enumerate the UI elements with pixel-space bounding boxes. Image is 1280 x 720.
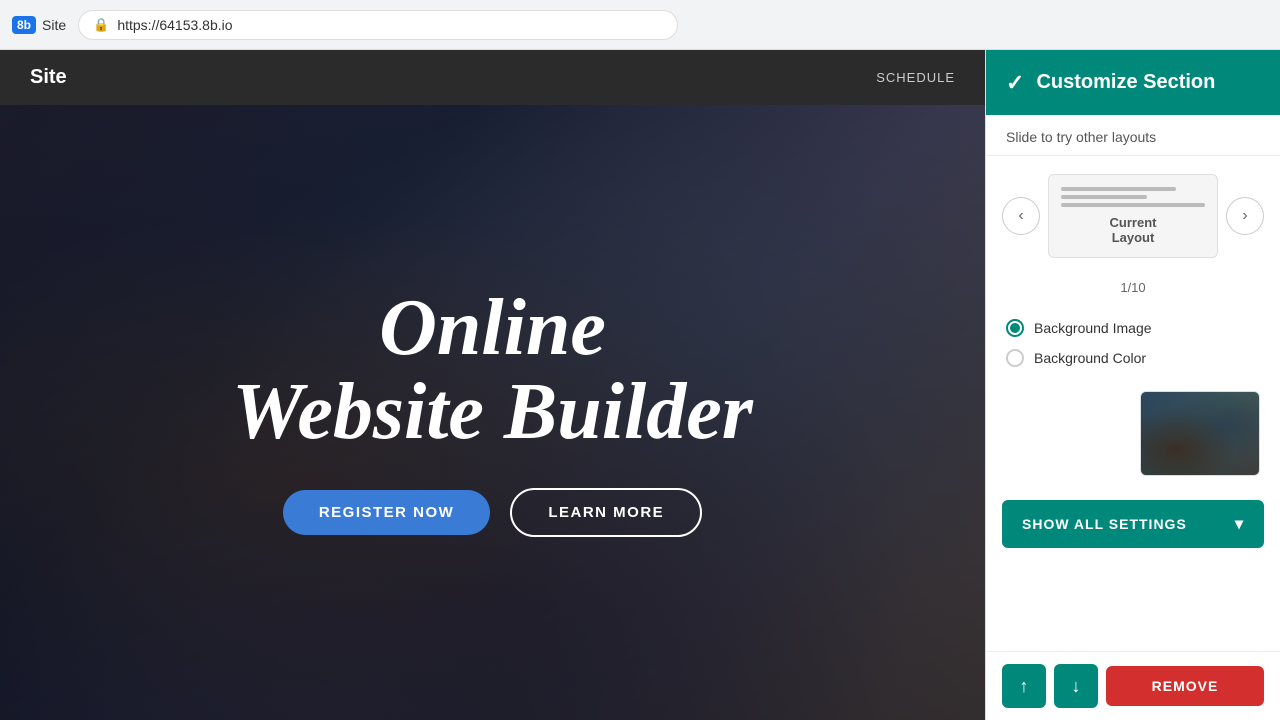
panel-bottom-actions: ↑ ↓ REMOVE <box>986 651 1280 720</box>
browser-bar: 8b Site 🔒 https://64153.8b.io <box>0 0 1280 50</box>
chevron-down-icon: ▾ <box>1235 514 1244 534</box>
hero-title-line2: Website Builder <box>232 372 753 452</box>
prev-layout-button[interactable]: ‹ <box>1002 197 1040 235</box>
bg-image-label: Background Image <box>1034 320 1152 336</box>
layout-line-2 <box>1061 195 1147 199</box>
site-nav-links: SCHEDULE <box>876 70 955 85</box>
move-up-button[interactable]: ↑ <box>1002 664 1046 708</box>
show-all-settings-button[interactable]: SHOW ALL SETTINGS ▾ <box>1002 500 1264 548</box>
bg-image-option[interactable]: Background Image <box>1006 313 1260 343</box>
bg-color-radio[interactable] <box>1006 349 1024 367</box>
layout-line-1 <box>1061 187 1176 191</box>
tab-title: Site <box>42 17 66 33</box>
layout-current-label: Current <box>1110 215 1157 230</box>
layout-current-sub: Layout <box>1112 230 1155 245</box>
panel-header: ✓ Customize Section <box>986 50 1280 115</box>
bg-image-radio[interactable] <box>1006 319 1024 337</box>
panel-title: Customize Section <box>1036 71 1215 94</box>
panel-subtitle: Slide to try other layouts <box>986 115 1280 156</box>
website-preview: Site SCHEDULE Online Website Builder REG… <box>0 50 985 720</box>
check-icon: ✓ <box>1006 70 1024 96</box>
move-down-button[interactable]: ↓ <box>1054 664 1098 708</box>
layout-preview-card: Current Layout <box>1048 174 1218 258</box>
main-layout: Site SCHEDULE Online Website Builder REG… <box>0 50 1280 720</box>
customize-panel: ✓ Customize Section Slide to try other l… <box>985 50 1280 720</box>
panel-spacer <box>986 556 1280 651</box>
site-nav: Site SCHEDULE <box>0 50 985 105</box>
bg-thumbnail-overlay <box>1141 392 1259 475</box>
bg-color-label: Background Color <box>1034 350 1146 366</box>
learn-more-button[interactable]: LEARN MORE <box>510 488 702 537</box>
lock-icon: 🔒 <box>93 17 109 33</box>
remove-button[interactable]: REMOVE <box>1106 666 1264 706</box>
address-bar[interactable]: 🔒 https://64153.8b.io <box>78 10 678 40</box>
bg-thumbnail-area <box>986 385 1280 492</box>
logo-badge: 8b <box>12 16 36 34</box>
layout-pagination: 1/10 <box>986 276 1280 309</box>
nav-link-schedule[interactable]: SCHEDULE <box>876 70 955 85</box>
show-all-label: SHOW ALL SETTINGS <box>1022 516 1187 532</box>
bg-thumbnail[interactable] <box>1140 391 1260 476</box>
layout-line-3 <box>1061 203 1205 207</box>
layout-preview-lines <box>1061 187 1205 207</box>
hero-section: Online Website Builder REGISTER NOW LEAR… <box>0 105 985 720</box>
browser-logo: 8b Site <box>12 16 66 34</box>
next-layout-button[interactable]: › <box>1226 197 1264 235</box>
layout-slider: ‹ Current Layout › <box>986 156 1280 276</box>
register-button[interactable]: REGISTER NOW <box>283 490 491 535</box>
site-nav-title: Site <box>30 66 67 89</box>
hero-title-line1: Online <box>379 288 606 368</box>
bg-color-option[interactable]: Background Color <box>1006 343 1260 373</box>
hero-content: Online Website Builder REGISTER NOW LEAR… <box>0 105 985 720</box>
hero-buttons: REGISTER NOW LEARN MORE <box>283 488 702 537</box>
url-text: https://64153.8b.io <box>117 17 232 33</box>
background-options: Background Image Background Color <box>986 309 1280 385</box>
